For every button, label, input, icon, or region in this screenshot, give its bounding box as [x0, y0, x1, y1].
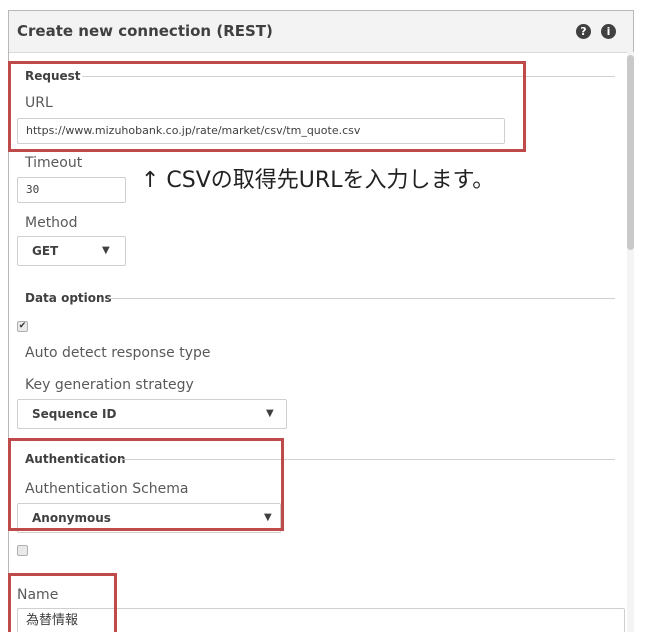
name-label: Name	[17, 587, 59, 603]
authentication-schema-value: Anonymous	[32, 511, 111, 525]
name-input[interactable]: 為替情報	[17, 608, 625, 632]
chevron-down-icon: ▼	[102, 245, 110, 256]
section-divider	[82, 76, 615, 77]
url-label: URL	[25, 95, 53, 111]
method-select[interactable]: GET ▼	[17, 236, 126, 266]
chevron-down-icon: ▼	[266, 408, 274, 419]
timeout-input[interactable]: 30	[17, 177, 126, 203]
authentication-checkbox[interactable]	[17, 545, 28, 556]
authentication-schema-label: Authentication Schema	[25, 481, 189, 497]
dialog-title: Create new connection (REST)	[17, 22, 273, 40]
scrollbar-thumb[interactable]	[627, 55, 634, 250]
auto-detect-label: Auto detect response type	[25, 345, 211, 361]
help-icon[interactable]: ?	[576, 24, 591, 39]
timeout-label: Timeout	[25, 155, 83, 171]
key-generation-select[interactable]: Sequence ID ▼	[17, 399, 287, 429]
authentication-schema-select[interactable]: Anonymous ▼	[17, 503, 281, 533]
info-icon[interactable]: i	[601, 24, 616, 39]
chevron-down-icon: ▼	[264, 512, 272, 523]
key-generation-value: Sequence ID	[32, 407, 117, 421]
annotation-text: ↑ CSVの取得先URLを入力します。	[141, 168, 495, 193]
dialog-header: Create new connection (REST) ? i	[9, 11, 633, 53]
auto-detect-checkbox[interactable]: ✔	[17, 321, 28, 332]
authentication-section-heading: Authentication	[25, 452, 126, 466]
section-divider	[109, 298, 615, 299]
method-label: Method	[25, 215, 78, 231]
method-select-value: GET	[32, 244, 59, 258]
create-connection-dialog: Create new connection (REST) ? i Request…	[8, 10, 634, 632]
data-options-section-heading: Data options	[25, 291, 112, 305]
request-section-heading: Request	[25, 69, 81, 83]
url-input[interactable]: https://www.mizuhobank.co.jp/rate/market…	[17, 118, 505, 144]
section-divider	[121, 459, 615, 460]
key-generation-label: Key generation strategy	[25, 377, 194, 393]
